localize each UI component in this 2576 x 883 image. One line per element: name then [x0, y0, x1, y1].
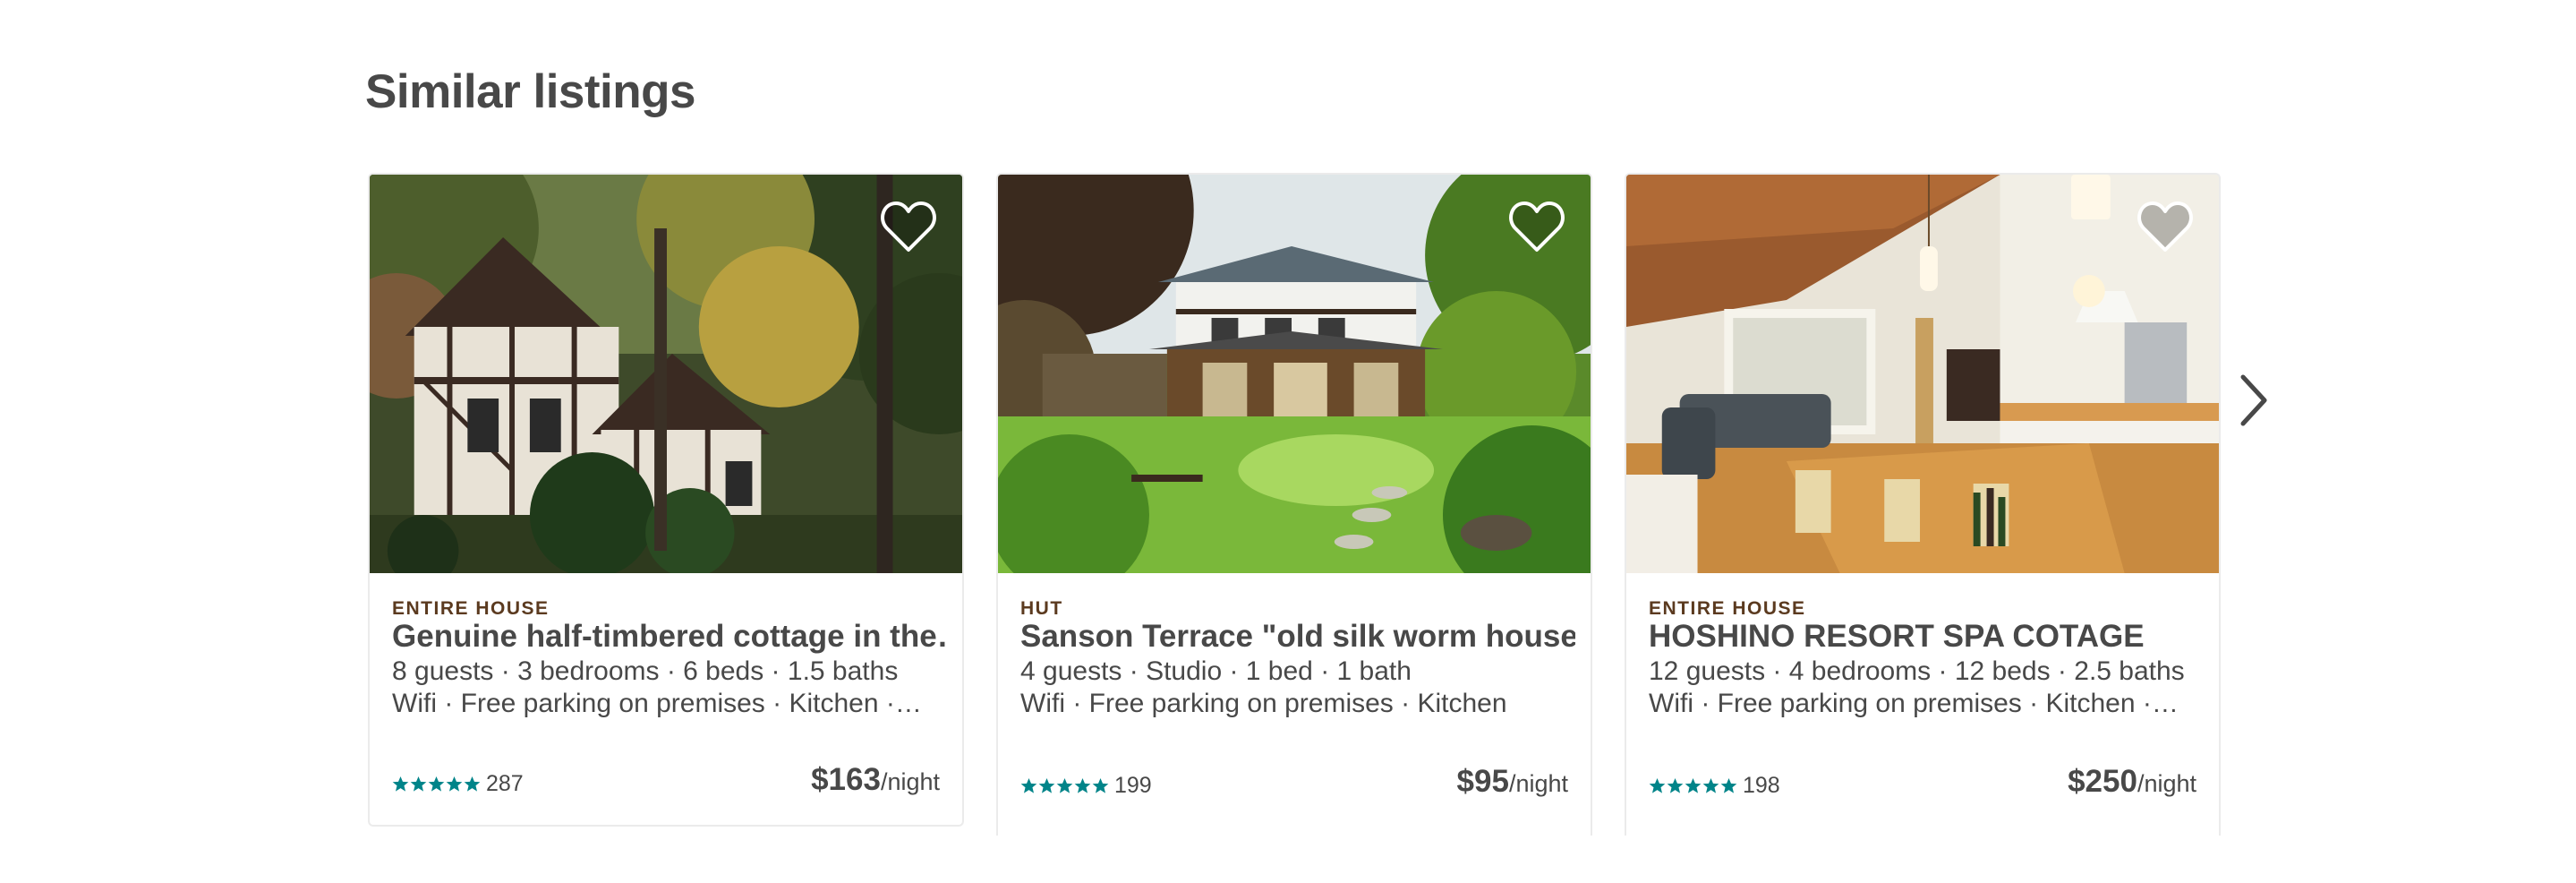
rating: 198 — [1649, 773, 1780, 799]
listing-photo-cottage[interactable] — [370, 175, 962, 573]
star-icon — [1074, 777, 1091, 793]
listing-title[interactable]: Genuine half-timbered cottage in the… — [392, 619, 947, 655]
price-unit: /night — [2137, 770, 2196, 797]
star-icon — [428, 776, 445, 792]
star-icon — [1667, 777, 1684, 793]
listing-photo-resort-cottage[interactable] — [1626, 175, 2219, 573]
star-icon — [1020, 777, 1037, 793]
heart-icon[interactable] — [2137, 200, 2194, 253]
listing-amenities: Wifi · Free parking on premises · Kitche… — [1649, 689, 2179, 718]
star-rating — [392, 776, 481, 793]
star-icon — [1685, 777, 1702, 793]
price-unit: /night — [1508, 770, 1568, 797]
star-icon — [1702, 777, 1719, 793]
price-unit: /night — [880, 768, 940, 795]
star-icon — [1056, 777, 1073, 793]
price: $95/night — [1457, 764, 1568, 800]
star-icon — [410, 776, 427, 792]
listing-amenities: Wifi · Free parking on premises · Kitche… — [392, 689, 922, 718]
review-count: 198 — [1743, 773, 1780, 798]
price: $163/night — [811, 762, 940, 798]
heart-icon[interactable] — [880, 200, 937, 253]
price: $250/night — [2068, 764, 2196, 800]
listing-title[interactable]: Sanson Terrace "old silk worm house" — [1020, 619, 1575, 655]
listing-card[interactable]: HUT Sanson Terrace "old silk worm house"… — [996, 173, 1592, 836]
listing-photo-silk-worm-house[interactable] — [998, 175, 1591, 573]
chevron-right-icon[interactable] — [2236, 372, 2272, 429]
cottage-image — [370, 175, 962, 573]
section-title: Similar listings — [365, 65, 696, 118]
star-icon — [446, 776, 463, 792]
listing-specs: 4 guests · Studio · 1 bed · 1 bath — [1020, 656, 1412, 686]
rating: 199 — [1020, 773, 1152, 799]
star-icon — [1092, 777, 1109, 793]
heart-icon[interactable] — [1508, 200, 1565, 253]
property-type: ENTIRE HOUSE — [392, 598, 550, 619]
star-icon — [1649, 777, 1666, 793]
garden-house-image — [998, 175, 1591, 573]
star-icon — [464, 776, 481, 792]
star-icon — [392, 776, 409, 792]
living-room-image — [1626, 175, 2219, 573]
property-type: ENTIRE HOUSE — [1649, 598, 1806, 619]
listing-card[interactable]: ENTIRE HOUSE HOSHINO RESORT SPA COTAGE 1… — [1625, 173, 2221, 836]
property-type: HUT — [1020, 598, 1063, 619]
listing-title[interactable]: HOSHINO RESORT SPA COTAGE — [1649, 619, 2204, 655]
price-amount: $163 — [811, 762, 881, 797]
star-rating — [1649, 777, 1737, 794]
star-rating — [1020, 777, 1109, 794]
listing-card[interactable]: ENTIRE HOUSE Genuine half-timbered cotta… — [368, 173, 964, 827]
listing-specs: 8 guests · 3 bedrooms · 6 beds · 1.5 bat… — [392, 656, 899, 686]
listing-specs: 12 guests · 4 bedrooms · 12 beds · 2.5 b… — [1649, 656, 2185, 686]
price-amount: $95 — [1456, 764, 1509, 799]
star-icon — [1038, 777, 1055, 793]
price-amount: $250 — [2068, 764, 2137, 799]
listing-amenities: Wifi · Free parking on premises · Kitche… — [1020, 689, 1507, 718]
star-icon — [1720, 777, 1737, 793]
review-count: 199 — [1114, 773, 1152, 798]
rating: 287 — [392, 771, 524, 797]
review-count: 287 — [486, 771, 524, 796]
